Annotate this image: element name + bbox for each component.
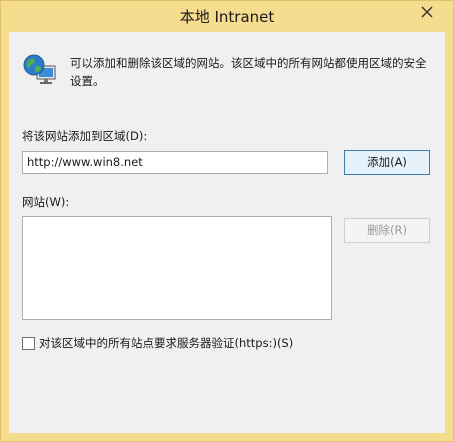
- require-https-label[interactable]: 对该区域中的所有站点要求服务器验证(https:)(S): [39, 335, 293, 351]
- remove-button[interactable]: 删除(R): [344, 218, 430, 243]
- require-https-checkbox[interactable]: [22, 337, 35, 350]
- window-title: 本地 Intranet: [179, 8, 275, 26]
- zone-description: 可以添加和删除该区域的网站。该区域中的所有网站都使用区域的安全设置。: [70, 56, 427, 88]
- close-button[interactable]: [413, 3, 441, 23]
- websites-label: 网站(W):: [22, 195, 70, 209]
- globe-computer-icon: [21, 52, 57, 88]
- dialog-window: 本地 Intranet 可以添加和删除该区域的网站。该区域中的所有网站都使用区域…: [0, 0, 454, 442]
- title-bar[interactable]: 本地 Intranet: [1, 1, 453, 31]
- add-site-label: 将该网站添加到区域(D):: [22, 129, 148, 143]
- websites-list[interactable]: [22, 216, 332, 320]
- close-icon: [421, 6, 433, 18]
- add-button[interactable]: 添加(A): [344, 150, 430, 175]
- add-site-input[interactable]: http://www.win8.net: [22, 151, 328, 174]
- dialog-content: 可以添加和删除该区域的网站。该区域中的所有网站都使用区域的安全设置。 将该网站添…: [9, 32, 445, 433]
